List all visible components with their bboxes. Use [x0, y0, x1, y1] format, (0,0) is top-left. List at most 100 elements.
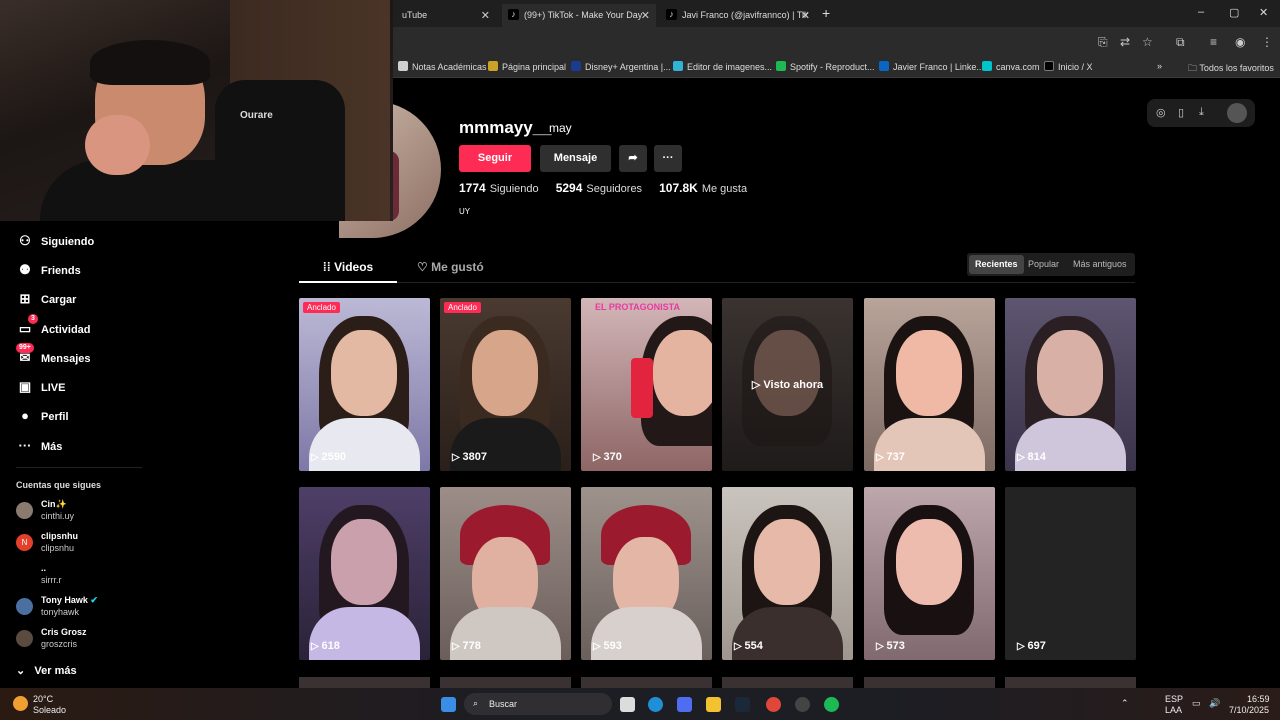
- task-view-icon[interactable]: [620, 697, 635, 712]
- grid-icon: ⁞⁞: [322, 260, 335, 274]
- video-card[interactable]: Anclado 2590: [299, 298, 430, 471]
- all-bookmarks-label: Todos los favoritos: [1199, 63, 1274, 73]
- browser-menu-icon[interactable]: ⋮: [1261, 35, 1273, 49]
- maximize-button[interactable]: ▢: [1229, 6, 1239, 19]
- video-card[interactable]: 697: [1005, 487, 1136, 660]
- show-hidden-icons-icon[interactable]: ⌃: [1121, 698, 1129, 709]
- avatar: N: [16, 534, 33, 551]
- sidebar-item-friends[interactable]: ⚉ Friends: [16, 262, 81, 282]
- coins-icon[interactable]: ◎: [1156, 106, 1166, 119]
- steam-icon[interactable]: [735, 697, 750, 712]
- video-card[interactable]: 737: [864, 298, 995, 471]
- github-icon[interactable]: [795, 697, 810, 712]
- media-icon[interactable]: ≡: [1210, 35, 1217, 49]
- video-card-partial[interactable]: [722, 677, 853, 688]
- bookmarks-overflow-icon[interactable]: »: [1157, 61, 1162, 71]
- chair-logo-text: Ourare: [240, 110, 273, 121]
- sidebar-item-more[interactable]: ··· Más: [16, 438, 63, 458]
- sidebar-item-following[interactable]: ⚇ Siguiendo: [16, 233, 94, 253]
- video-card-partial[interactable]: [440, 677, 571, 688]
- browser-tab-tiktok[interactable]: ♪ (99+) TikTok - Make Your Day ✕: [502, 4, 656, 27]
- sidebar-item-profile[interactable]: ● Perfil: [16, 408, 68, 428]
- sort-popular[interactable]: Popular: [1022, 255, 1065, 274]
- webcam-person-shirt: [40, 160, 270, 221]
- bookmark-favicon-icon: [776, 61, 786, 71]
- bookmark-item[interactable]: canva.com: [982, 61, 1040, 72]
- all-bookmarks-folder[interactable]: 🗀 Todos los favoritos: [1188, 61, 1274, 77]
- windows-start-icon[interactable]: [441, 697, 456, 712]
- video-card[interactable]: EL PROTAGONISTA 370: [581, 298, 712, 471]
- video-card[interactable]: 554: [722, 487, 853, 660]
- message-button[interactable]: Mensaje: [540, 145, 611, 172]
- clock-time[interactable]: 16:59: [1247, 694, 1270, 704]
- profile-icon[interactable]: ◉: [1235, 35, 1245, 49]
- new-tab-button[interactable]: +: [822, 5, 830, 21]
- video-card-partial[interactable]: [299, 677, 430, 688]
- bookmark-item[interactable]: Notas Académicas: [398, 61, 487, 72]
- bookmark-item[interactable]: Página principal: [488, 61, 566, 72]
- minimize-button[interactable]: –: [1198, 6, 1204, 18]
- video-card-partial[interactable]: [1005, 677, 1136, 688]
- video-thumbnail-torso: [450, 418, 561, 471]
- follow-button[interactable]: Seguir: [459, 145, 531, 172]
- account-handle: sirrr.r: [41, 575, 62, 585]
- chrome-icon[interactable]: [766, 697, 781, 712]
- close-tab-icon[interactable]: ✕: [801, 9, 810, 22]
- sort-oldest[interactable]: Más antiguos: [1067, 255, 1133, 274]
- tab-videos[interactable]: ⁞⁞ Videos: [299, 255, 397, 283]
- video-thumbnail-face: [754, 519, 820, 605]
- bookmark-item[interactable]: Editor de imagenes...: [673, 61, 772, 72]
- close-tab-icon[interactable]: ✕: [641, 9, 650, 22]
- bookmark-item[interactable]: Spotify - Reproduct...: [776, 61, 875, 72]
- sidebar-item-live[interactable]: ▣ LIVE: [16, 379, 66, 399]
- volume-icon[interactable]: 🔊: [1209, 698, 1220, 709]
- file-explorer-icon[interactable]: [706, 697, 721, 712]
- video-card[interactable]: 814: [1005, 298, 1136, 471]
- see-more-button[interactable]: ⌄ Ver más: [16, 664, 77, 677]
- sidebar-item-upload[interactable]: ⊞ Cargar: [16, 291, 77, 311]
- spotify-icon[interactable]: [824, 697, 839, 712]
- weather-icon: [13, 696, 28, 711]
- close-tab-icon[interactable]: ✕: [481, 9, 490, 22]
- bookmark-star-icon[interactable]: ☆: [1142, 35, 1153, 49]
- mobile-icon[interactable]: ▯: [1178, 106, 1184, 119]
- user-avatar[interactable]: [1227, 103, 1247, 123]
- video-card[interactable]: 573: [864, 487, 995, 660]
- extensions-icon[interactable]: ⧉: [1176, 35, 1185, 50]
- translate-icon[interactable]: ⇄: [1120, 35, 1130, 49]
- browser-tab-javi[interactable]: ♪ Javi Franco (@javifrannco) | Tik ✕: [660, 4, 816, 27]
- video-card-watched[interactable]: ▷ Visto ahora: [722, 298, 853, 471]
- sidebar-item-activity[interactable]: ▭ 3 Actividad: [16, 314, 91, 341]
- video-card[interactable]: 778: [440, 487, 571, 660]
- view-count: 2590: [311, 451, 345, 463]
- video-thumbnail-face: [331, 330, 397, 416]
- video-thumbnail-torso: [309, 607, 420, 660]
- video-card[interactable]: 618: [299, 487, 430, 660]
- followers-label: Seguidores: [586, 183, 643, 195]
- bookmark-item[interactable]: Javier Franco | Linke...: [879, 61, 984, 72]
- language-indicator[interactable]: ESP: [1165, 694, 1183, 704]
- bookmark-item[interactable]: Inicio / X: [1044, 61, 1093, 72]
- browser-tab-youtube[interactable]: uTube ✕: [380, 4, 496, 27]
- weather-temp: 20°C: [33, 694, 54, 704]
- webcam-person-hair: [90, 40, 210, 85]
- more-options-icon[interactable]: ···: [654, 145, 682, 172]
- view-count: 778: [452, 640, 480, 652]
- close-window-button[interactable]: ✕: [1259, 6, 1268, 19]
- clock-date[interactable]: 7/10/2025: [1229, 705, 1269, 715]
- video-card[interactable]: 593: [581, 487, 712, 660]
- video-card-partial[interactable]: [864, 677, 995, 688]
- video-card[interactable]: Anclado 3807: [440, 298, 571, 471]
- network-icon[interactable]: ▭: [1192, 698, 1201, 709]
- sort-recent[interactable]: Recientes: [969, 255, 1024, 274]
- install-app-icon[interactable]: ⎘: [1098, 35, 1108, 50]
- edge-icon[interactable]: [648, 697, 663, 712]
- video-card-partial[interactable]: [581, 677, 712, 688]
- sidebar-item-messages[interactable]: ✉ 99+ Mensajes: [16, 343, 91, 370]
- share-icon[interactable]: ➦: [619, 145, 647, 172]
- taskbar-search[interactable]: ⌕ Buscar: [464, 693, 612, 715]
- download-icon[interactable]: ⤓: [1199, 106, 1204, 119]
- bookmark-item[interactable]: Disney+ Argentina |...: [571, 61, 671, 72]
- tab-liked[interactable]: ♡ Me gustó: [417, 260, 484, 274]
- copilot-icon[interactable]: [677, 697, 692, 712]
